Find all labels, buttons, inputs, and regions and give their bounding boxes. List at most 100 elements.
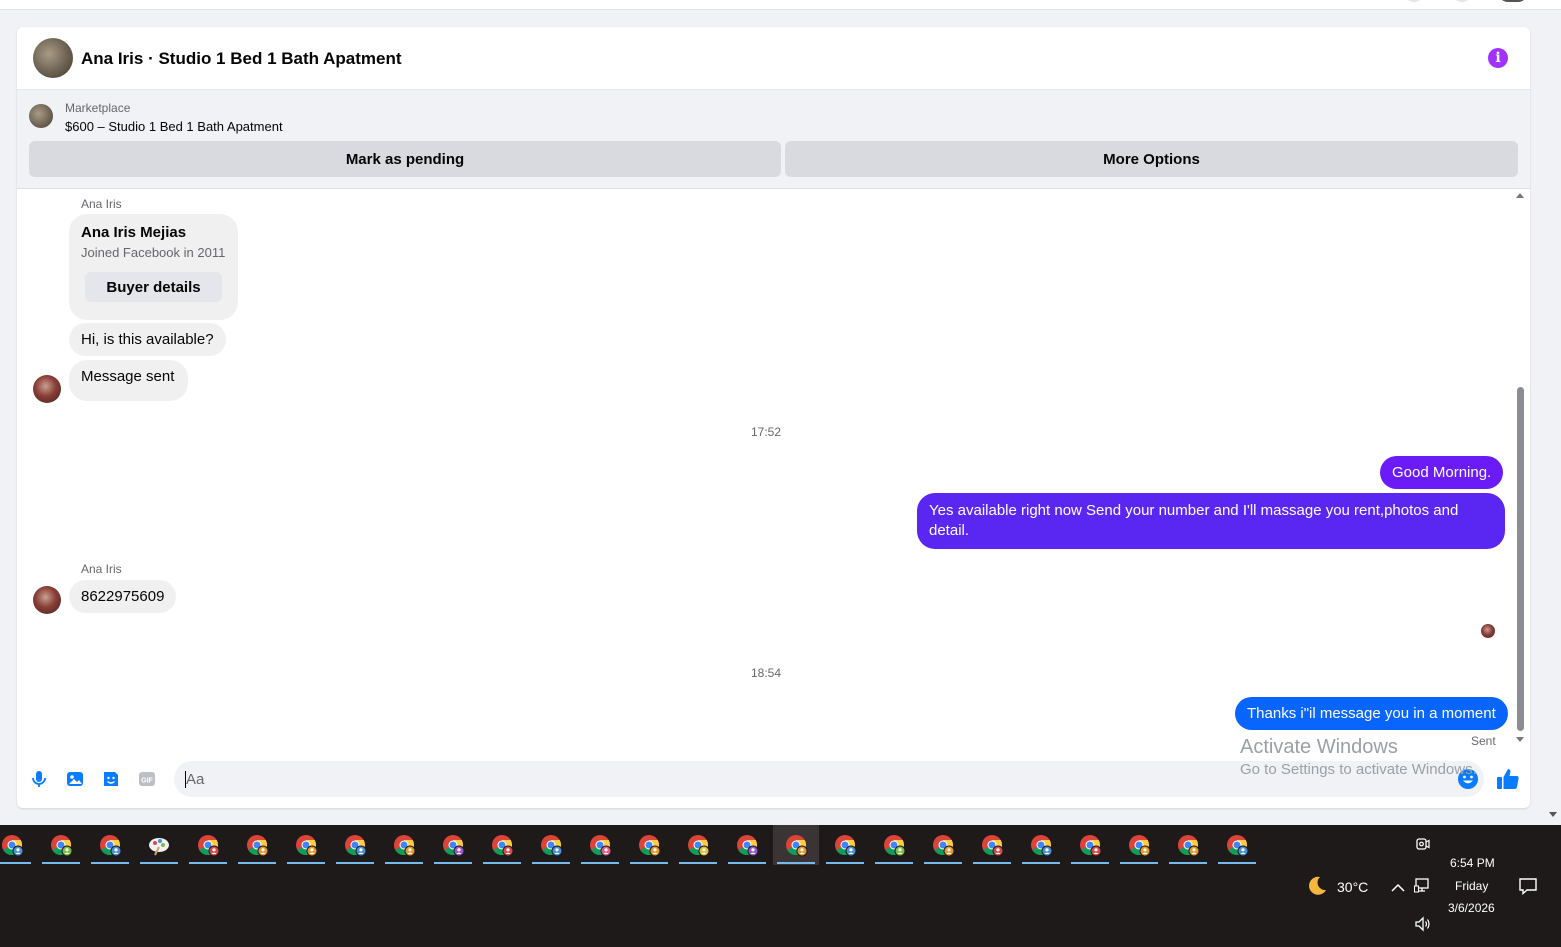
taskbar-chrome-window[interactable] (1116, 825, 1162, 865)
chrome-icon (198, 835, 220, 857)
taskbar-chrome-window[interactable] (969, 825, 1015, 865)
gif-icon[interactable]: GIF (137, 769, 157, 789)
taskbar-chrome-window[interactable] (773, 825, 819, 865)
chrome-icon (443, 835, 465, 857)
sender-avatar[interactable] (33, 375, 61, 403)
incoming-message[interactable]: 8622975609 (69, 580, 177, 613)
running-indicator (483, 862, 521, 864)
weather-temperature[interactable]: 30°C (1337, 879, 1368, 895)
clock-time[interactable]: 6:54 PM (1450, 856, 1495, 870)
info-icon[interactable]: i (1488, 48, 1508, 68)
conversation-title[interactable]: Ana Iris · Studio 1 Bed 1 Bath Apatment (81, 49, 402, 69)
running-indicator (679, 862, 717, 864)
taskbar-chrome-window[interactable] (577, 825, 623, 865)
taskbar-chrome-window[interactable] (381, 825, 427, 865)
profile-avatar[interactable] (1498, 0, 1528, 2)
taskbar-chrome-window[interactable] (283, 825, 329, 865)
taskbar-chrome-window[interactable] (479, 825, 525, 865)
taskbar-chrome-window[interactable] (0, 825, 35, 865)
microphone-icon[interactable] (29, 769, 49, 789)
taskbar-chrome-window[interactable] (626, 825, 672, 865)
clock-day[interactable]: Friday (1455, 879, 1488, 893)
notifications-icon[interactable] (1518, 877, 1538, 896)
running-indicator (1120, 862, 1158, 864)
page-scroll-down-arrow-icon[interactable] (1549, 812, 1557, 817)
taskbar-chrome-window[interactable] (1165, 825, 1211, 865)
running-indicator (630, 862, 668, 864)
outgoing-message[interactable]: Yes available right now Send your number… (917, 493, 1505, 549)
mark-as-pending-button[interactable]: Mark as pending (29, 141, 781, 177)
browser-control-icon[interactable] (1404, 0, 1424, 2)
chrome-icon (1031, 835, 1053, 857)
moon-weather-icon[interactable] (1305, 874, 1329, 898)
chrome-icon (933, 835, 955, 857)
chrome-icon (835, 835, 857, 857)
svg-text:GIF: GIF (141, 778, 153, 785)
sender-name: Ana Iris (81, 562, 122, 576)
running-indicator (875, 862, 913, 864)
running-indicator (1022, 862, 1060, 864)
thumbs-up-icon[interactable] (1495, 766, 1521, 792)
volume-icon[interactable] (1414, 916, 1432, 932)
chrome-icon (492, 835, 514, 857)
running-indicator (336, 862, 374, 864)
browser-top-strip (0, 0, 1561, 10)
running-indicator (1071, 862, 1109, 864)
taskbar-chrome-window[interactable] (1067, 825, 1113, 865)
outgoing-message[interactable]: Good Morning. (1380, 456, 1504, 489)
more-options-button[interactable]: More Options (785, 141, 1518, 177)
paint-app-icon (149, 838, 169, 856)
taskbar-chrome-window[interactable] (920, 825, 966, 865)
windows-taskbar: 30°C 6:54 PM Friday 3/6/2026 (0, 825, 1561, 947)
message-status: Sent (1471, 734, 1496, 748)
scroll-thumb[interactable] (1517, 387, 1524, 731)
taskbar-chrome-window[interactable] (234, 825, 280, 865)
scroll-up-arrow-icon[interactable] (1516, 193, 1524, 198)
meet-now-icon[interactable] (1416, 837, 1430, 851)
running-indicator (91, 862, 129, 864)
chrome-icon (884, 835, 906, 857)
taskbar-app-button[interactable] (136, 825, 182, 865)
taskbar-chrome-window[interactable] (332, 825, 378, 865)
taskbar-chrome-window[interactable] (1018, 825, 1064, 865)
running-indicator (0, 862, 31, 864)
taskbar-chrome-window[interactable] (675, 825, 721, 865)
taskbar-chrome-window[interactable] (724, 825, 770, 865)
sticker-icon[interactable] (101, 769, 121, 789)
taskbar-chrome-window[interactable] (822, 825, 868, 865)
conversation-avatar[interactable] (33, 38, 73, 78)
buyer-details-button[interactable]: Buyer details (85, 272, 222, 302)
taskbar-chrome-window[interactable] (430, 825, 476, 865)
running-indicator (924, 862, 962, 864)
photo-icon[interactable] (65, 769, 85, 789)
taskbar-chrome-window[interactable] (87, 825, 133, 865)
message-timestamp: 17:52 (750, 425, 782, 439)
chrome-icon (296, 835, 318, 857)
running-indicator (1169, 862, 1207, 864)
taskbar-chrome-window[interactable] (1214, 825, 1260, 865)
listing-title[interactable]: $600 – Studio 1 Bed 1 Bath Apatment (65, 119, 283, 134)
running-indicator (385, 862, 423, 864)
browser-control-icon[interactable] (1452, 0, 1472, 2)
running-indicator (238, 862, 276, 864)
running-indicator (777, 862, 815, 864)
show-hidden-icons-chevron-up-icon[interactable] (1391, 880, 1405, 892)
incoming-message[interactable]: Message sent (69, 360, 189, 401)
running-indicator (42, 862, 80, 864)
sender-avatar[interactable] (33, 586, 61, 614)
taskbar-chrome-window[interactable] (38, 825, 84, 865)
outgoing-message[interactable]: Thanks i"il message you in a moment (1235, 697, 1508, 730)
network-icon[interactable] (1414, 877, 1432, 893)
running-indicator (973, 862, 1011, 864)
clock-date[interactable]: 3/6/2026 (1448, 901, 1495, 915)
taskbar-chrome-window[interactable] (528, 825, 574, 865)
taskbar-chrome-window[interactable] (185, 825, 231, 865)
listing-thumbnail[interactable] (29, 104, 53, 128)
chrome-icon (247, 835, 269, 857)
running-indicator (1218, 862, 1256, 864)
chrome-icon (786, 835, 808, 857)
incoming-message[interactable]: Hi, is this available? (69, 323, 226, 356)
chrome-icon (737, 835, 759, 857)
scroll-down-arrow-icon[interactable] (1516, 737, 1524, 742)
taskbar-chrome-window[interactable] (871, 825, 917, 865)
